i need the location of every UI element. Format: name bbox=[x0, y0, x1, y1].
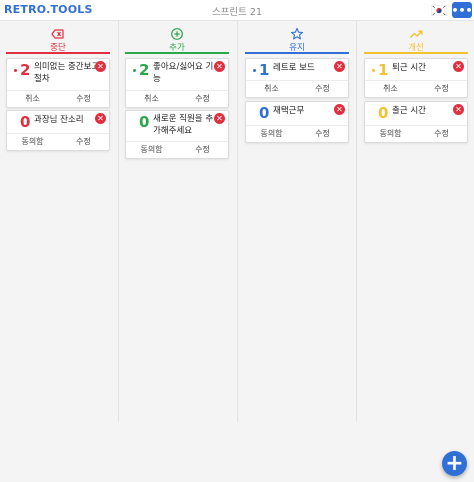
retro-card[interactable]: 0 재택근무 ✕ 동의함 수정 bbox=[245, 101, 349, 143]
delete-card-button[interactable]: ✕ bbox=[95, 61, 106, 72]
agree-button[interactable]: 동의함 bbox=[246, 126, 297, 142]
column-header: 추가 bbox=[125, 21, 229, 55]
star-icon bbox=[290, 27, 304, 40]
cancel-vote-button[interactable]: 취소 bbox=[246, 81, 297, 97]
column-divider bbox=[356, 21, 357, 422]
card-text: 의미없는 중간보고 절차 bbox=[34, 62, 100, 84]
card-actions: 취소 수정 bbox=[246, 80, 348, 97]
card-actions: 동의함 수정 bbox=[7, 133, 109, 150]
close-icon: ✕ bbox=[336, 61, 343, 71]
close-icon: ✕ bbox=[97, 113, 104, 123]
backspace-icon bbox=[51, 29, 64, 39]
delete-card-button[interactable]: ✕ bbox=[214, 61, 225, 72]
edit-button[interactable]: 수정 bbox=[58, 134, 109, 150]
column-header: 개선 bbox=[364, 21, 468, 55]
retro-card[interactable]: 2 의미없는 중간보고 절차 ✕ 취소 수정 bbox=[6, 58, 110, 108]
card-score: 2 bbox=[20, 61, 31, 79]
more-menu-button[interactable]: ••• bbox=[451, 2, 473, 18]
more-icon: ••• bbox=[451, 3, 473, 17]
retro-card[interactable]: 0 출근 시간 ✕ 동의함 수정 bbox=[364, 101, 468, 143]
retro-card[interactable]: 2 좋아요/싫어요 기능 ✕ 취소 수정 bbox=[125, 58, 229, 108]
card-text: 출근 시간 bbox=[392, 106, 426, 116]
edit-button[interactable]: 수정 bbox=[58, 91, 109, 107]
agree-button[interactable]: 동의함 bbox=[7, 134, 58, 150]
card-text: 새로운 직원을 추가해주세요 bbox=[153, 114, 214, 136]
card-actions: 동의함 수정 bbox=[126, 141, 228, 158]
card-actions: 동의함 수정 bbox=[246, 125, 348, 142]
card-text: 레트로 보드 bbox=[273, 63, 315, 73]
top-bar: RETRO.TOOLS 스프린트 21 ••• bbox=[0, 0, 474, 21]
card-actions: 동의함 수정 bbox=[365, 125, 467, 142]
edit-button[interactable]: 수정 bbox=[416, 81, 467, 97]
column-underline bbox=[364, 52, 468, 54]
column-underline bbox=[125, 52, 229, 54]
korea-flag-icon[interactable] bbox=[430, 3, 448, 17]
cancel-vote-button[interactable]: 취소 bbox=[365, 81, 416, 97]
card-text: 재택근무 bbox=[273, 106, 305, 116]
close-icon: ✕ bbox=[216, 61, 223, 71]
add-circle-icon bbox=[171, 28, 183, 40]
retro-card[interactable]: 1 레트로 보드 ✕ 취소 수정 bbox=[245, 58, 349, 98]
card-score: 0 bbox=[259, 104, 270, 122]
card-text: 퇴근 시간 bbox=[392, 63, 426, 73]
card-score: 0 bbox=[20, 113, 31, 131]
card-text: 과장님 잔소리 bbox=[34, 115, 84, 125]
close-icon: ✕ bbox=[97, 61, 104, 71]
retro-card[interactable]: 0 새로운 직원을 추가해주세요 ✕ 동의함 수정 bbox=[125, 110, 229, 159]
column-divider bbox=[118, 21, 119, 422]
card-text: 좋아요/싫어요 기능 bbox=[153, 62, 214, 84]
close-icon: ✕ bbox=[455, 104, 462, 114]
plus-icon: + bbox=[445, 450, 464, 476]
delete-card-button[interactable]: ✕ bbox=[334, 104, 345, 115]
card-actions: 취소 수정 bbox=[365, 80, 467, 97]
column-header: 중단 bbox=[6, 21, 110, 55]
card-score: 2 bbox=[139, 61, 150, 79]
cancel-vote-button[interactable]: 취소 bbox=[126, 91, 177, 107]
agree-button[interactable]: 동의함 bbox=[126, 142, 177, 158]
add-card-button[interactable]: + bbox=[442, 451, 467, 476]
card-dot bbox=[372, 69, 375, 72]
close-icon: ✕ bbox=[216, 113, 223, 123]
close-icon: ✕ bbox=[336, 104, 343, 114]
column-header: 유지 bbox=[245, 21, 349, 55]
agree-button[interactable]: 동의함 bbox=[365, 126, 416, 142]
column-divider bbox=[237, 21, 238, 422]
card-score: 1 bbox=[378, 61, 389, 79]
card-score: 0 bbox=[139, 113, 150, 131]
delete-card-button[interactable]: ✕ bbox=[453, 104, 464, 115]
sprint-title: 스프린트 21 bbox=[211, 7, 263, 18]
delete-card-button[interactable]: ✕ bbox=[453, 61, 464, 72]
card-dot bbox=[14, 69, 17, 72]
edit-button[interactable]: 수정 bbox=[297, 126, 348, 142]
delete-card-button[interactable]: ✕ bbox=[95, 113, 106, 124]
card-dot bbox=[253, 69, 256, 72]
trending-up-icon bbox=[410, 30, 423, 38]
column-underline bbox=[245, 52, 349, 54]
card-actions: 취소 수정 bbox=[7, 90, 109, 107]
retro-card[interactable]: 1 퇴근 시간 ✕ 취소 수정 bbox=[364, 58, 468, 98]
card-actions: 취소 수정 bbox=[126, 90, 228, 107]
card-dot bbox=[133, 69, 136, 72]
card-score: 0 bbox=[378, 104, 389, 122]
cancel-vote-button[interactable]: 취소 bbox=[7, 91, 58, 107]
card-score: 1 bbox=[259, 61, 270, 79]
retro-card[interactable]: 0 과장님 잔소리 ✕ 동의함 수정 bbox=[6, 110, 110, 151]
close-icon: ✕ bbox=[455, 61, 462, 71]
delete-card-button[interactable]: ✕ bbox=[334, 61, 345, 72]
edit-button[interactable]: 수정 bbox=[177, 142, 228, 158]
delete-card-button[interactable]: ✕ bbox=[214, 113, 225, 124]
edit-button[interactable]: 수정 bbox=[416, 126, 467, 142]
edit-button[interactable]: 수정 bbox=[297, 81, 348, 97]
edit-button[interactable]: 수정 bbox=[177, 91, 228, 107]
column-underline bbox=[6, 52, 110, 54]
retro-board: 중단 2 의미없는 중간보고 절차 ✕ 취소 수정 0 과장님 잔소리 ✕ 동의… bbox=[0, 21, 474, 482]
